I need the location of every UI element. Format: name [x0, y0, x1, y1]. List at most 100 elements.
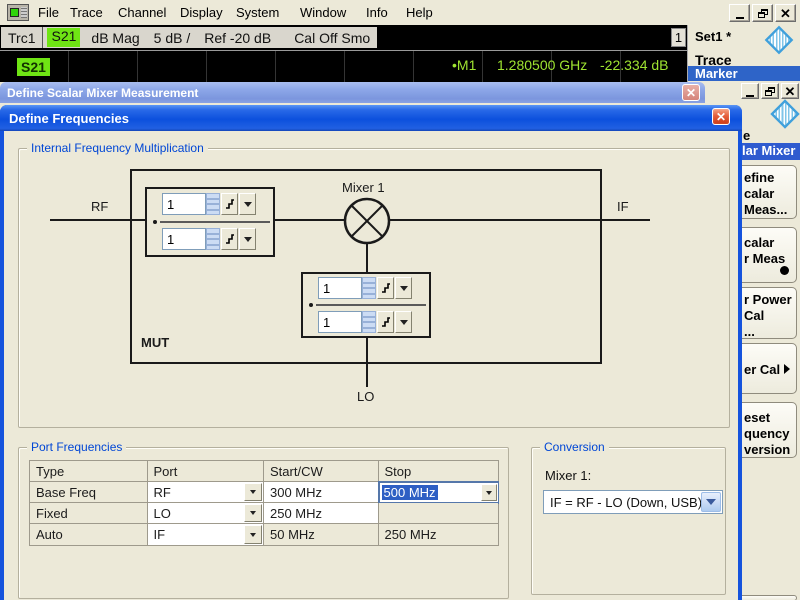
- menu-system[interactable]: System: [234, 4, 281, 22]
- chevron-down-icon[interactable]: [701, 492, 721, 512]
- menu-channel[interactable]: Channel: [116, 4, 168, 22]
- dialog-define-frequencies: Define Frequencies ✕ Internal Frequency …: [0, 105, 742, 600]
- minimize-icon[interactable]: [729, 4, 750, 22]
- setup-label: Set1 *: [695, 29, 731, 44]
- trace-info-bar: Trc1 S21 dB Mag 5 dB / Ref -20 dB Cal Of…: [1, 27, 377, 48]
- rf-multiplier-box: [145, 187, 275, 257]
- dropdown-icon[interactable]: [481, 484, 497, 501]
- mixer-symbol-icon: [343, 197, 391, 245]
- menu-help[interactable]: Help: [404, 4, 435, 22]
- channel-number-badge: 1: [671, 28, 686, 47]
- step-icon[interactable]: [377, 277, 394, 299]
- rs-logo-icon: [765, 26, 794, 55]
- marker-response: -22.334 dB: [600, 57, 669, 73]
- group-title-port-frequencies: Port Frequencies: [27, 440, 126, 454]
- group-title-conversion: Conversion: [540, 440, 609, 454]
- mixer-label: Mixer 1: [342, 180, 385, 195]
- cell-start[interactable]: 300 MHz: [264, 482, 379, 503]
- conversion-formula-combo[interactable]: IF = RF - LO (Down, USB): [543, 490, 723, 514]
- cell-port-combo[interactable]: RF: [148, 482, 265, 503]
- softkey-reset-frequency-conversion[interactable]: eset quency version: [734, 402, 797, 458]
- sub-close-icon[interactable]: ✕: [781, 83, 799, 99]
- lo-denominator-input[interactable]: [318, 311, 362, 333]
- step-icon[interactable]: [377, 311, 394, 333]
- sub-restore-icon[interactable]: [761, 83, 779, 99]
- lo-port-label: LO: [357, 389, 374, 404]
- cell-port-combo[interactable]: IF: [148, 524, 265, 545]
- selected-text: 500 MHz: [382, 485, 438, 500]
- dropdown-icon[interactable]: [239, 193, 256, 215]
- cell-start-readonly: 50 MHz: [264, 524, 379, 545]
- dialog-titlebar[interactable]: Define Frequencies: [0, 105, 742, 131]
- sub-minimize-icon[interactable]: [741, 83, 759, 99]
- trace-name[interactable]: Trc1: [1, 27, 43, 48]
- table-row: Fixed LO 250 MHz: [30, 503, 498, 524]
- conversion-mixer-label: Mixer 1:: [545, 468, 591, 483]
- menu-bar: File Trace Channel Display System Window…: [0, 0, 800, 25]
- submenu-arrow-icon: [784, 364, 790, 374]
- cell-stop-readonly: 250 MHz: [379, 524, 498, 545]
- port-frequencies-table: Type Port Start/CW Stop Base Freq RF 300…: [29, 460, 499, 546]
- lo-denominator-spinner: [318, 311, 412, 333]
- outer-dialog-titlebar[interactable]: Define Scalar Mixer Measurement: [0, 82, 705, 103]
- cell-port-combo[interactable]: LO: [148, 503, 265, 524]
- dropdown-icon[interactable]: [244, 525, 262, 544]
- sidebar-header-scalar-mixer: lar Mixer: [734, 143, 800, 160]
- rf-numerator-updown[interactable]: [206, 193, 220, 215]
- softkey-define-scalar-mixer-meas[interactable]: efine calar Meas...: [734, 165, 797, 219]
- softkey-mixer-power-cal[interactable]: r Power Cal ...: [734, 287, 797, 339]
- cell-start[interactable]: 250 MHz: [264, 503, 379, 524]
- menu-file[interactable]: File: [36, 4, 61, 22]
- group-internal-frequency-multiplication: Internal Frequency Multiplication RF IF …: [18, 148, 730, 428]
- rf-denominator-updown[interactable]: [206, 228, 220, 250]
- plot-trace-label[interactable]: S21: [17, 58, 50, 76]
- bullet-icon: [153, 220, 157, 224]
- outer-close-icon[interactable]: ✕: [682, 84, 700, 101]
- menu-info[interactable]: Info: [364, 4, 390, 22]
- sidebar-partial-text: e: [743, 128, 750, 143]
- fraction-bar: [160, 221, 270, 223]
- rf-denominator-input[interactable]: [162, 228, 206, 250]
- menu-trace[interactable]: Trace: [68, 4, 105, 22]
- cell-type: Base Freq: [30, 482, 148, 503]
- trace-format: dB Mag: [84, 27, 146, 48]
- lo-multiplier-box: [301, 272, 431, 338]
- dropdown-icon[interactable]: [244, 504, 262, 522]
- step-icon[interactable]: [221, 193, 238, 215]
- menu-display[interactable]: Display: [178, 4, 225, 22]
- trace-bar-row: Trc1 S21 dB Mag 5 dB / Ref -20 dB Cal Of…: [0, 25, 687, 50]
- cell-stop-editing[interactable]: 500 MHz: [379, 482, 498, 503]
- mut-label: MUT: [141, 335, 169, 350]
- trace-measurement[interactable]: S21: [47, 28, 80, 47]
- cell-type: Auto: [30, 524, 148, 545]
- cell-type: Fixed: [30, 503, 148, 524]
- table-header-row: Type Port Start/CW Stop: [30, 461, 498, 482]
- step-icon[interactable]: [221, 228, 238, 250]
- rf-numerator-input[interactable]: [162, 193, 206, 215]
- dropdown-icon[interactable]: [395, 311, 412, 333]
- rf-denominator-spinner: [162, 228, 256, 250]
- app-icon[interactable]: [7, 4, 29, 21]
- menu-window[interactable]: Window: [298, 4, 348, 22]
- col-header-stop: Stop: [379, 461, 498, 482]
- softkey-scalar-mixer-meas[interactable]: calar r Meas: [734, 227, 797, 283]
- dropdown-icon[interactable]: [239, 228, 256, 250]
- dialog-close-icon[interactable]: ✕: [712, 108, 730, 125]
- col-header-port: Port: [148, 461, 265, 482]
- lo-denominator-updown[interactable]: [362, 311, 376, 333]
- close-icon[interactable]: ✕: [775, 4, 796, 22]
- table-row: Base Freq RF 300 MHz 500 MHz: [30, 482, 498, 503]
- dropdown-icon[interactable]: [244, 483, 262, 501]
- lo-numerator-input[interactable]: [318, 277, 362, 299]
- panel-item-marker[interactable]: Marker: [688, 66, 800, 81]
- group-conversion: Conversion Mixer 1: IF = RF - LO (Down, …: [531, 447, 726, 595]
- softkey-mixer-cal[interactable]: er Cal: [734, 343, 797, 394]
- restore-icon[interactable]: [752, 4, 773, 22]
- group-title-multiplication: Internal Frequency Multiplication: [27, 141, 208, 155]
- softkey-partial-bottom[interactable]: [734, 595, 797, 600]
- trace-scale: 5 dB /: [147, 27, 198, 48]
- plot-area[interactable]: S21 •M1 1.280500 GHz -22.334 dB: [0, 50, 687, 82]
- col-header-start: Start/CW: [264, 461, 379, 482]
- dropdown-icon[interactable]: [395, 277, 412, 299]
- lo-numerator-updown[interactable]: [362, 277, 376, 299]
